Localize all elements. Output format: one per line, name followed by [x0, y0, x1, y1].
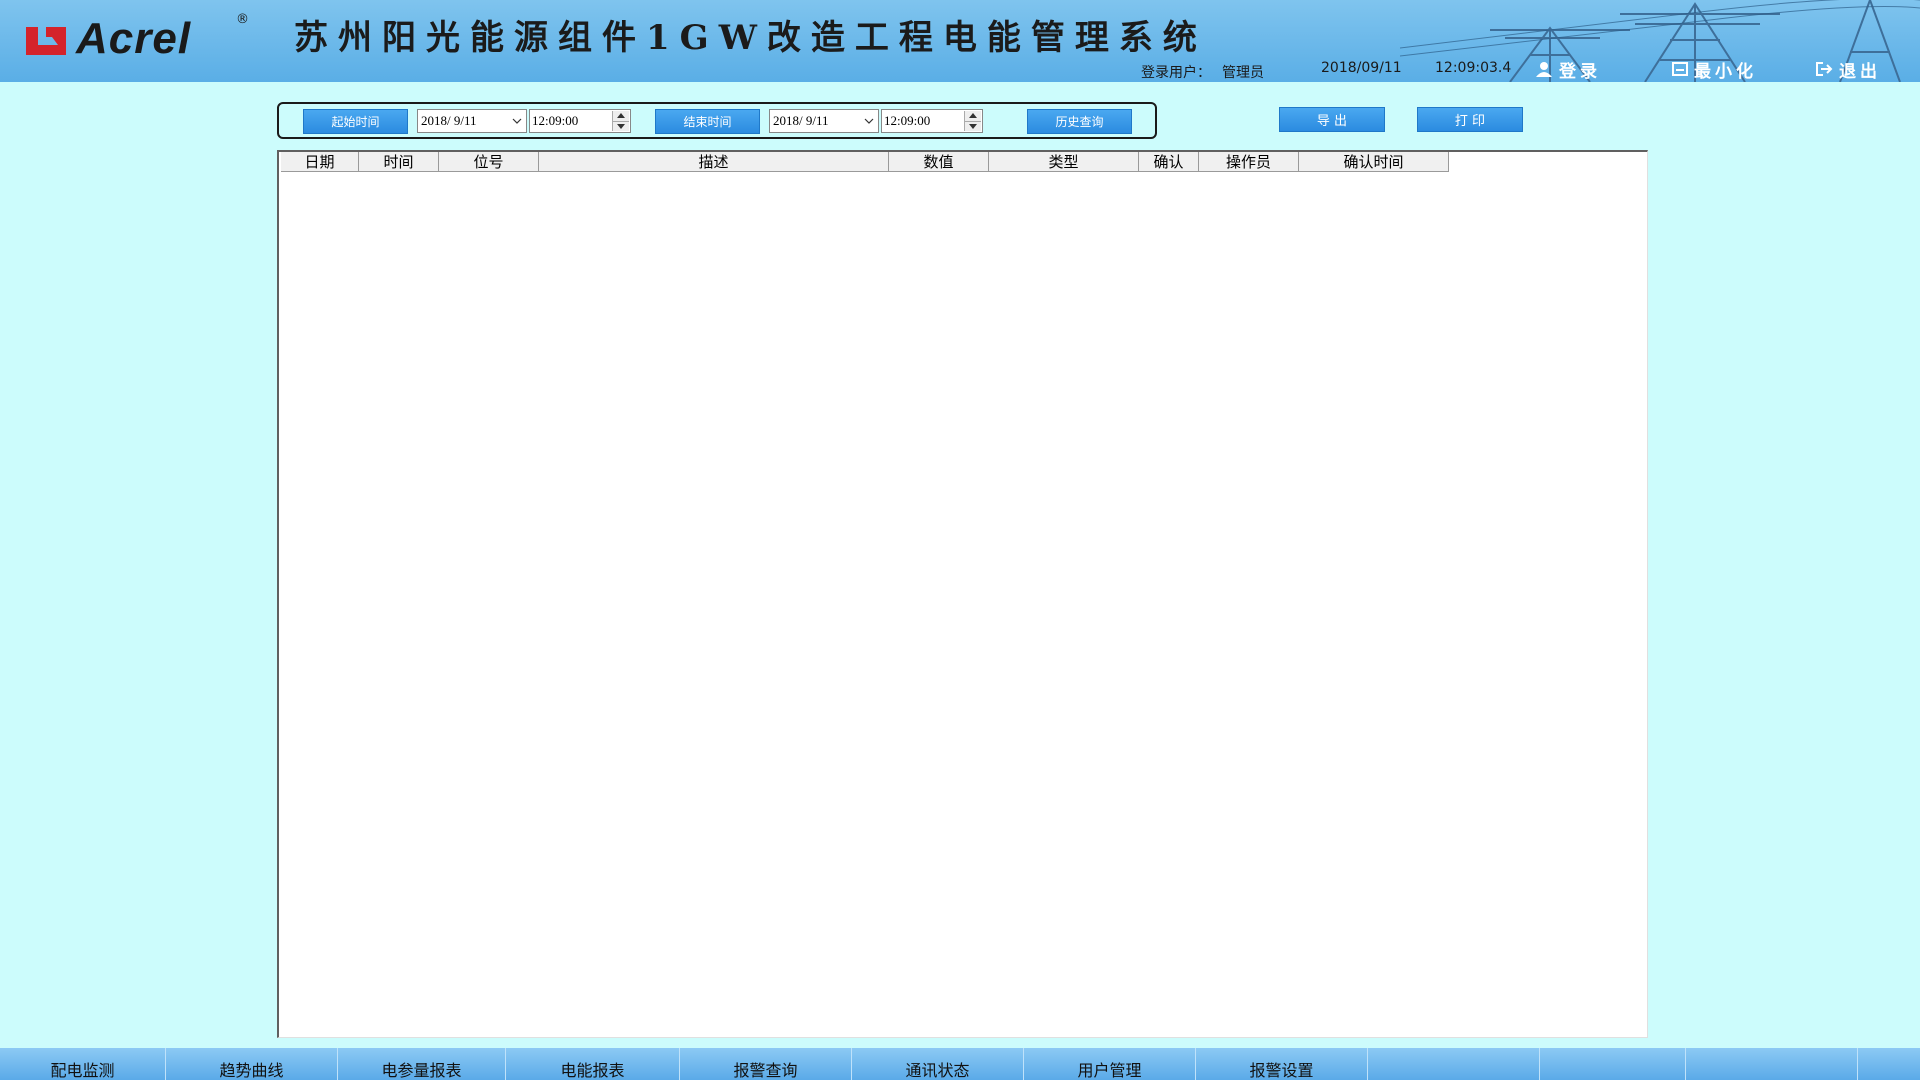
- user-name: 管理员: [1222, 65, 1264, 81]
- nav-empty-2[interactable]: [1540, 1048, 1686, 1080]
- column-header-tag[interactable]: 位号: [439, 152, 539, 172]
- column-header-description[interactable]: 描述: [539, 152, 889, 172]
- registered-mark: ®: [236, 12, 249, 27]
- minimize-label: 最小化: [1694, 61, 1757, 82]
- app-header: Acrel ® 苏州阳光能源组件1GW改造工程电能管理系统 登录用户： 管理员 …: [0, 0, 1920, 82]
- nav-trend-curve[interactable]: 趋势曲线: [166, 1048, 338, 1080]
- column-header-confirm[interactable]: 确认: [1139, 152, 1199, 172]
- spin-up-icon[interactable]: [613, 111, 629, 122]
- spin-down-icon[interactable]: [965, 121, 981, 131]
- end-time-button[interactable]: 结束时间: [655, 109, 760, 134]
- history-query-button[interactable]: 历史查询: [1027, 109, 1132, 134]
- start-date-picker[interactable]: 2018/ 9/11: [417, 109, 527, 133]
- current-time: 12:09:03.4: [1435, 60, 1512, 76]
- nav-user-management[interactable]: 用户管理: [1024, 1048, 1196, 1080]
- login-label: 登录: [1559, 61, 1601, 82]
- export-button[interactable]: 导 出: [1279, 107, 1385, 132]
- column-header-operator[interactable]: 操作员: [1199, 152, 1299, 172]
- print-button[interactable]: 打 印: [1417, 107, 1523, 132]
- nav-power-monitor[interactable]: 配电监测: [0, 1048, 166, 1080]
- column-header-type[interactable]: 类型: [989, 152, 1139, 172]
- nav-empty-1[interactable]: [1368, 1048, 1540, 1080]
- column-header-confirm-time[interactable]: 确认时间: [1299, 152, 1449, 172]
- bottom-nav: 配电监测 趋势曲线 电参量报表 电能报表 报警查询 通讯状态 用户管理 报警设置: [0, 1048, 1920, 1080]
- end-time-spinner[interactable]: 12:09:00: [881, 109, 983, 133]
- end-date-picker[interactable]: 2018/ 9/11: [769, 109, 879, 133]
- acrel-logo: Acrel: [24, 14, 191, 64]
- page-title: 苏州阳光能源组件1GW改造工程电能管理系统: [294, 18, 1207, 58]
- spin-up-icon[interactable]: [965, 111, 981, 122]
- nav-empty-4[interactable]: [1858, 1048, 1910, 1080]
- end-time-stepper[interactable]: [964, 111, 981, 131]
- column-header-date[interactable]: 日期: [281, 152, 359, 172]
- spin-down-icon[interactable]: [613, 121, 629, 131]
- start-time-stepper[interactable]: [612, 111, 629, 131]
- nav-comm-status[interactable]: 通讯状态: [852, 1048, 1024, 1080]
- minimize-button[interactable]: 最小化: [1672, 58, 1757, 82]
- column-header-value[interactable]: 数值: [889, 152, 989, 172]
- start-time-spinner[interactable]: 12:09:00: [529, 109, 631, 133]
- minimize-icon: [1672, 62, 1688, 76]
- user-label: 登录用户：: [1141, 65, 1211, 81]
- login-button[interactable]: 登录: [1535, 58, 1601, 82]
- end-date-value: 2018/ 9/11: [773, 113, 829, 128]
- nav-energy-report[interactable]: 电能报表: [506, 1048, 680, 1080]
- nav-alarm-settings[interactable]: 报警设置: [1196, 1048, 1368, 1080]
- start-time-button[interactable]: 起始时间: [303, 109, 408, 134]
- table-header: 日期 时间 位号 描述 数值 类型 确认 操作员 确认时间: [281, 152, 1449, 172]
- current-date: 2018/09/11: [1321, 60, 1402, 76]
- start-time-value: 12:09:00: [532, 113, 579, 128]
- start-date-value: 2018/ 9/11: [421, 113, 477, 128]
- column-header-time[interactable]: 时间: [359, 152, 439, 172]
- nav-alarm-query[interactable]: 报警查询: [680, 1048, 852, 1080]
- nav-electrical-report[interactable]: 电参量报表: [338, 1048, 506, 1080]
- exit-label: 退出: [1839, 61, 1881, 82]
- alarm-table[interactable]: 日期 时间 位号 描述 数值 类型 确认 操作员 确认时间: [277, 150, 1648, 1038]
- end-time-value: 12:09:00: [884, 113, 931, 128]
- query-panel: 起始时间 2018/ 9/11 12:09:00 结束时间 2018/ 9/11…: [277, 102, 1157, 139]
- exit-button[interactable]: 退出: [1815, 58, 1881, 82]
- logo-text: Acrel: [76, 14, 192, 63]
- chevron-down-icon: [512, 118, 522, 124]
- chevron-down-icon: [864, 118, 874, 124]
- acrel-logo-icon: [26, 27, 66, 55]
- user-icon: [1536, 62, 1552, 77]
- nav-empty-3[interactable]: [1686, 1048, 1858, 1080]
- exit-icon: [1816, 62, 1833, 76]
